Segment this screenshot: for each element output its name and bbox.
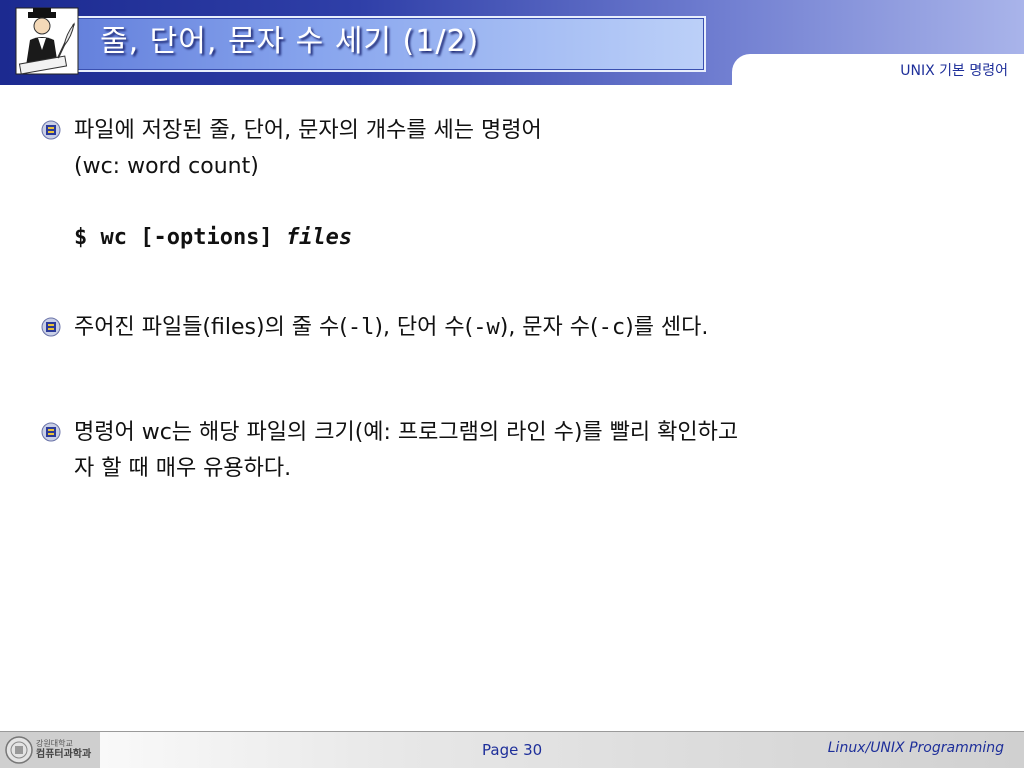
slide-header: 줄, 단어, 문자 수 세기 (1/2) UNIX 기본 명령어: [0, 0, 1024, 85]
footer-org-line: 컴퓨터과학과: [36, 749, 92, 760]
bullet-text: 주어진 파일들(files)의 줄 수(-l), 단어 수(-w), 문자 수(…: [74, 310, 994, 346]
page-number: Page 30: [482, 741, 543, 759]
command-syntax: $ wc [-options] files: [74, 225, 352, 250]
text-segment: ), 단어 수(: [374, 315, 474, 340]
command-argument: files: [285, 225, 353, 250]
bullet-line: 파일에 저장된 줄, 단어, 문자의 개수를 세는 명령어: [74, 118, 542, 143]
option-w: -w: [473, 315, 500, 340]
course-title: Linux/UNIX Programming: [827, 740, 1004, 756]
option-l: -l: [347, 315, 375, 340]
university-seal-icon: [5, 736, 33, 764]
bullet-line: (wc: word count): [74, 154, 259, 179]
bullet-text: 명령어 wc는 해당 파일의 크기(예: 프로그램의 라인 수)를 빨리 확인하…: [74, 415, 994, 487]
emblem-bullet-icon: [41, 120, 61, 140]
text-segment: ), 문자 수(: [499, 315, 599, 340]
bullet-item: 명령어 wc는 해당 파일의 크기(예: 프로그램의 라인 수)를 빨리 확인하…: [40, 415, 1000, 495]
emblem-bullet-icon: [41, 422, 61, 442]
text-segment: 주어진 파일들(files)의 줄 수(: [74, 315, 348, 340]
bullet-text: 파일에 저장된 줄, 단어, 문자의 개수를 세는 명령어 (wc: word …: [74, 113, 994, 185]
text-segment: )를 센다.: [625, 315, 709, 340]
option-c: -c: [598, 315, 626, 340]
emblem-bullet-icon: [41, 317, 61, 337]
bullet-line: 명령어 wc는 해당 파일의 크기(예: 프로그램의 라인 수)를 빨리 확인하…: [74, 420, 739, 445]
bullet-item: 파일에 저장된 줄, 단어, 문자의 개수를 세는 명령어 (wc: word …: [40, 113, 1000, 193]
command-prefix: $ wc [-options]: [74, 225, 273, 250]
subject-label: UNIX 기본 명령어: [900, 63, 1008, 79]
bullet-item: 주어진 파일들(files)의 줄 수(-l), 단어 수(-w), 문자 수(…: [40, 310, 1000, 350]
man-writing-with-quill-icon: [15, 7, 79, 75]
footer-logo: 강원대학교 컴퓨터과학과: [0, 732, 100, 768]
footer-org: 강원대학교 컴퓨터과학과: [36, 738, 91, 760]
bullet-line: 자 할 때 매우 유용하다.: [74, 456, 292, 481]
slide-footer: 강원대학교 컴퓨터과학과 Page 30 Linux/UNIX Programm…: [0, 732, 1024, 768]
page-title: 줄, 단어, 문자 수 세기 (1/2): [100, 24, 480, 59]
footer-org-line: 강원대학교: [36, 739, 73, 748]
